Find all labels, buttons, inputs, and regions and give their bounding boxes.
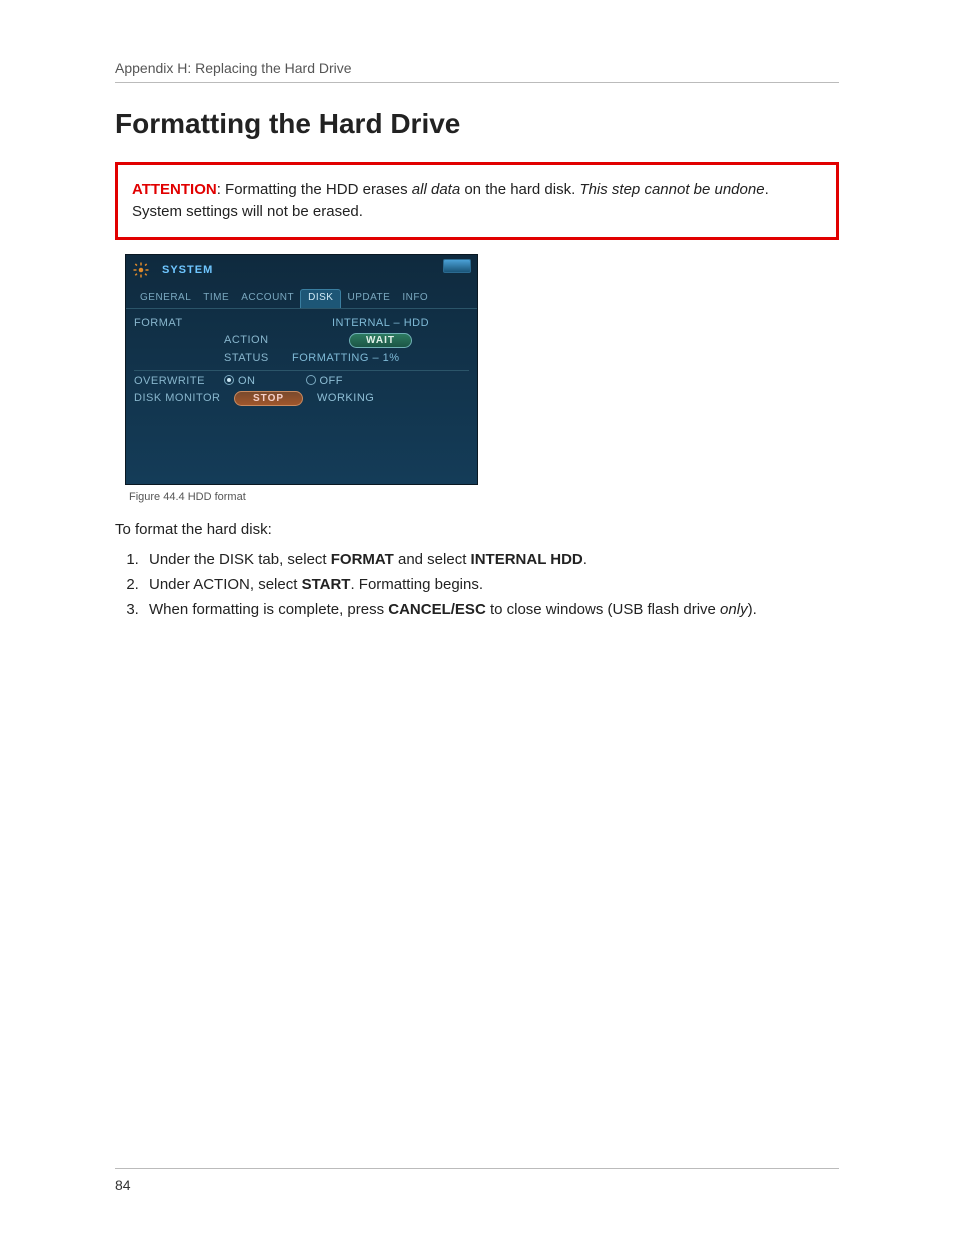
format-label[interactable]: FORMAT [134,317,224,329]
page-number: 84 [115,1177,131,1193]
page-title: Formatting the Hard Drive [115,108,839,140]
panel-body: FORMAT INTERNAL – HDD ACTION WAIT STATUS… [126,309,477,414]
page-header: Appendix H: Replacing the Hard Drive [115,60,839,83]
panel-title: SYSTEM [162,264,213,276]
figure-caption: Figure 44.4 HDD format [129,491,839,503]
status-label: STATUS [224,352,292,364]
attention-label: ATTENTION [132,181,217,198]
system-panel: SYSTEM GENERALTIMEACCOUNTDISKUPDATEINFO … [125,254,478,485]
tab-account[interactable]: ACCOUNT [235,289,300,308]
attention-text-1: : Formatting the HDD erases [217,181,412,198]
s3a: When formatting is complete, press [149,601,388,618]
intro-text: To format the hard disk: [115,521,839,538]
tab-disk[interactable]: DISK [300,289,341,308]
action-label: ACTION [224,334,292,346]
step-2: Under ACTION, select START. Formatting b… [143,573,839,596]
overwrite-label: OVERWRITE [134,375,224,387]
page-footer: 84 [115,1168,839,1193]
s1e: . [583,551,587,568]
status-value: FORMATTING – 1% [292,352,469,364]
wait-button[interactable]: WAIT [349,333,412,348]
tab-info[interactable]: INFO [396,289,434,308]
close-button[interactable] [443,259,471,273]
s1b: FORMAT [331,551,394,568]
gear-icon [132,261,150,279]
s1d: INTERNAL HDD [471,551,583,568]
radio-off-icon [306,375,316,385]
s2a: Under ACTION, select [149,576,302,593]
s1c: and select [394,551,471,568]
off-label: OFF [320,375,344,387]
working-value: WORKING [317,392,374,404]
on-label: ON [238,375,256,387]
attention-text-2: on the hard disk. [460,181,579,198]
step-1: Under the DISK tab, select FORMAT and se… [143,548,839,571]
breadcrumb: Appendix H: Replacing the Hard Drive [115,60,352,76]
figure: SYSTEM GENERALTIMEACCOUNTDISKUPDATEINFO … [115,254,839,503]
stop-button[interactable]: STOP [234,391,303,406]
s3c: to close windows (USB flash drive [486,601,720,618]
overwrite-on-radio[interactable]: ON [224,375,256,387]
s3d: only [720,601,748,618]
tab-time[interactable]: TIME [197,289,235,308]
internal-hdd-value: INTERNAL – HDD [292,317,469,329]
s1a: Under the DISK tab, select [149,551,331,568]
s2b: START [302,576,351,593]
tab-general[interactable]: GENERAL [134,289,197,308]
overwrite-off-radio[interactable]: OFF [306,375,344,387]
steps-list: Under the DISK tab, select FORMAT and se… [115,548,839,622]
attention-italic-1: all data [412,181,460,198]
attention-italic-2: This step cannot be undone [579,181,764,198]
panel-titlebar: SYSTEM [126,255,477,285]
radio-on-icon [224,375,234,385]
s2c: . Formatting begins. [350,576,483,593]
tab-bar: GENERALTIMEACCOUNTDISKUPDATEINFO [126,285,477,309]
step-3: When formatting is complete, press CANCE… [143,598,839,621]
s3b: CANCEL/ESC [388,601,486,618]
tab-update[interactable]: UPDATE [341,289,396,308]
disk-monitor-label: DISK MONITOR [134,392,234,404]
s3e: ). [748,601,757,618]
attention-callout: ATTENTION: Formatting the HDD erases all… [115,162,839,240]
